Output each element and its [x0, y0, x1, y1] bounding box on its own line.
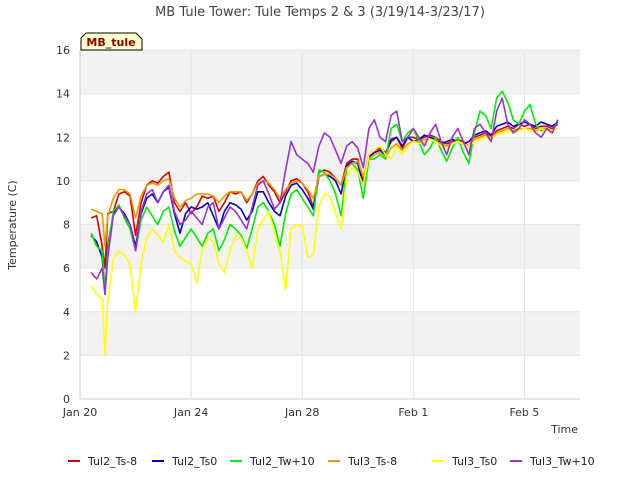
y-tick-label: 4 [63, 306, 70, 319]
x-tick-label: Feb 1 [398, 406, 428, 419]
y-axis: 0 2 4 6 8 10 12 14 16 [56, 44, 70, 406]
legend-label: Tul2_Ts0 [171, 455, 217, 468]
y-tick-label: 0 [63, 393, 70, 406]
band [80, 311, 580, 356]
legend-label: Tul2_Tw+10 [249, 455, 315, 468]
legend-item: Tul3_Ts0 [432, 455, 497, 468]
badge-label: MB_tule [86, 36, 135, 49]
station-badge: MB_tule [80, 32, 143, 51]
legend-item: Tul2_Ts-8 [68, 455, 137, 468]
y-tick-label: 2 [63, 349, 70, 362]
legend-item: Tul3_Ts-8 [328, 455, 397, 468]
x-tick-label: Jan 24 [173, 406, 208, 419]
legend-label: Tul2_Ts-8 [87, 455, 137, 468]
y-tick-label: 10 [56, 175, 70, 188]
x-tick-label: Jan 28 [284, 406, 319, 419]
legend-label: Tul3_Ts0 [451, 455, 497, 468]
y-tick-label: 14 [56, 88, 70, 101]
x-axis: Jan 20 Jan 24 Jan 28 Feb 1 Feb 5 [62, 406, 540, 419]
chart: MB Tule Tower: Tule Temps 2 & 3 (3/19/14… [6, 5, 595, 468]
y-axis-title: Temperature (C) [6, 180, 19, 270]
legend-label: Tul3_Tw+10 [529, 455, 595, 468]
x-tick-label: Feb 5 [509, 406, 539, 419]
x-tick-label: Jan 20 [62, 406, 97, 419]
y-tick-label: 12 [56, 131, 70, 144]
y-tick-label: 6 [63, 262, 70, 275]
legend-label: Tul3_Ts-8 [347, 455, 397, 468]
band [80, 50, 580, 94]
y-tick-label: 8 [63, 219, 70, 232]
legend: Tul2_Ts-8 Tul2_Ts0 Tul2_Tw+10 Tul3_Ts-8 Tul3… [68, 455, 595, 468]
legend-item: Tul2_Ts0 [152, 455, 217, 468]
legend-item: Tul2_Tw+10 [230, 455, 315, 468]
chart-title: MB Tule Tower: Tule Temps 2 & 3 (3/19/14… [155, 5, 485, 20]
legend-item: Tul3_Tw+10 [510, 455, 595, 468]
y-tick-label: 16 [56, 44, 70, 57]
x-axis-title: Time [550, 423, 578, 436]
